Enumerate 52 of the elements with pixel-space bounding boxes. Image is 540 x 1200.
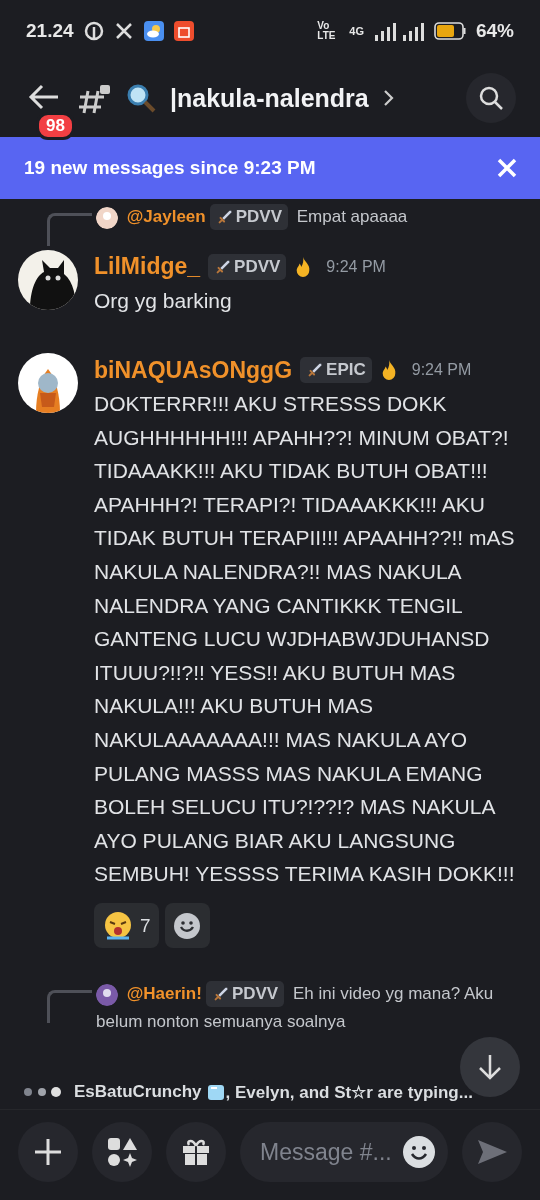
reply-text[interactable]: Eh ini video yg mana? Aku <box>292 983 494 1003</box>
role-tag: PDVV <box>209 203 288 230</box>
network-type: 4G <box>349 25 364 37</box>
timestamp: 9:24 PM <box>326 257 386 276</box>
plus-icon <box>33 1137 63 1167</box>
message-input[interactable]: Message #... <box>258 1137 402 1167</box>
role-tag: PDVV <box>205 980 285 1007</box>
down-arrow-icon <box>477 1053 503 1081</box>
message-text: Org yg barking <box>94 287 233 314</box>
new-messages-banner[interactable]: 19 new messages since 9:23 PM <box>0 137 540 199</box>
timestamp: 9:24 PM <box>411 361 472 380</box>
banner-text: 19 new messages since 9:23 PM <box>24 157 316 179</box>
reply-text[interactable]: belum nonton semuanya soalnya <box>96 1008 512 1035</box>
close-icon <box>496 157 518 179</box>
reaction-button[interactable]: 7 <box>94 903 159 948</box>
add-reaction-button[interactable] <box>164 903 210 948</box>
search-button[interactable] <box>466 73 516 123</box>
typing-indicator: , Evelyn, and St☆r are typing... <box>225 1081 473 1103</box>
reply-connector <box>47 213 92 246</box>
unread-badge: 98 <box>36 112 75 140</box>
reply-author[interactable]: @Haerin! <box>126 983 202 1003</box>
send-icon <box>476 1138 508 1166</box>
reply-author[interactable]: @Jayleen <box>126 206 206 226</box>
emoji-icon[interactable] <box>402 1135 436 1169</box>
signal-icon <box>373 21 424 41</box>
message-text: DOKTERRR!!! AKU STRESSS DOKK AUGHHHHHH!!! APAHH??! MINUM OBAT?! TIDAAAKK!!! AKU TIDAK BUTUH OBAT!!! APAHHH?! TERAPI?! TIDAAAKKK!!! AKU TIDAK BUTUH TERAPII!!! APAAHH??!! mAS NAKULA NALENDRA?!! MAS NAKULA NALENDRA YANG CANTIKKK TENGIL GANTENG LUCU WJDHABWJDUHANSD ITUUU?!!?!! YESS!! AKU BUTUH MAS NAKULA!!! AKU BUTUH MAS NAKULAAAAAAA!!! MAS NAKULA AYO PULANG MASSS MAS NAKULA EMANG BOLEH SELUCU ITU?!??!? MAS NAKULA AYO PULANG BIAR AKU LANGSUNG SEMBUH! YESSSS TERIMA KASIH DOKK!!! <box>94 391 516 888</box>
role-tag: PDVV <box>208 253 287 280</box>
reply-connector <box>47 990 92 1023</box>
battery-percent: 64% <box>475 20 514 42</box>
shapes-icon <box>106 1136 138 1168</box>
battery-icon <box>433 22 466 40</box>
channel-name[interactable]: |nakula-nalendra <box>170 83 369 113</box>
close-button[interactable] <box>496 157 518 179</box>
typing-name: EsBatuCrunchy <box>74 1082 202 1102</box>
gift-icon <box>181 1137 211 1167</box>
clock: 21.24 <box>26 20 74 42</box>
avatar-icon <box>96 206 118 229</box>
back-arrow-icon <box>28 83 60 111</box>
weather-icon <box>143 21 164 41</box>
reply-text[interactable]: Empat apaaaa <box>296 206 408 226</box>
author-name[interactable]: biNAQUAsONggG <box>94 356 293 384</box>
smiley-icon <box>173 911 202 940</box>
magnifier-icon <box>126 83 156 113</box>
ice-cube-icon <box>205 1082 226 1102</box>
x-icon <box>113 21 134 41</box>
network-label: Vo LTE <box>317 21 337 41</box>
chevron-icon <box>382 89 395 107</box>
search-icon <box>478 85 504 111</box>
role-tag: EPIC <box>300 357 372 384</box>
message-field[interactable]: Message #... <box>240 1122 448 1182</box>
author-name[interactable]: LilMidge_ <box>94 253 201 280</box>
avatar-icon <box>96 983 118 1006</box>
